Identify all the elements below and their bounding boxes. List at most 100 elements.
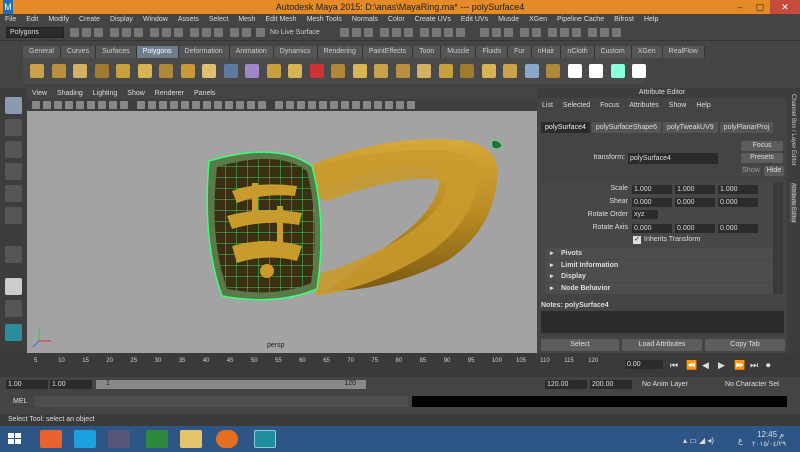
status-tool-icon[interactable] xyxy=(444,28,453,37)
shelf-tab-fur[interactable]: Fur xyxy=(508,46,532,58)
clock-time[interactable]: 12:45 م xyxy=(757,430,784,439)
status-tool-icon[interactable] xyxy=(202,28,211,37)
viewport-tool-icon[interactable] xyxy=(170,101,178,109)
ae-menu-show[interactable]: Show xyxy=(664,100,692,112)
viewport-tool-icon[interactable] xyxy=(275,101,283,109)
inherits-checkbox[interactable]: ✓ xyxy=(633,236,641,244)
shelf-tab-realflow[interactable]: RealFlow xyxy=(662,46,705,58)
status-tool-icon[interactable] xyxy=(504,28,513,37)
shelf-tab-toon[interactable]: Toon xyxy=(413,46,442,58)
media-app-icon[interactable] xyxy=(108,430,130,448)
viewport-tool-icon[interactable] xyxy=(297,101,305,109)
shelf-tool-icon[interactable] xyxy=(266,64,281,78)
status-tool-icon[interactable] xyxy=(134,28,143,37)
viewport-tool-icon[interactable] xyxy=(214,101,222,109)
menu-select[interactable]: Select xyxy=(204,14,233,25)
file-explorer-icon[interactable] xyxy=(180,430,202,448)
start-icon[interactable] xyxy=(4,430,26,448)
shelf-tab-fluids[interactable]: Fluids xyxy=(476,46,509,58)
viewport-tool-icon[interactable] xyxy=(385,101,393,109)
playback-control-icon[interactable]: ▶ xyxy=(718,360,725,371)
status-tool-icon[interactable] xyxy=(492,28,501,37)
character-set-select[interactable]: No Character Set xyxy=(725,381,779,388)
shelf-tool-icon[interactable] xyxy=(288,64,302,78)
status-tool-icon[interactable] xyxy=(392,28,401,37)
status-tool-icon[interactable] xyxy=(122,28,131,37)
menu-edit[interactable]: Edit xyxy=(21,14,43,25)
menu-display[interactable]: Display xyxy=(105,14,138,25)
viewport-tool-icon[interactable] xyxy=(286,101,294,109)
status-tool-icon[interactable] xyxy=(340,28,349,37)
viewport-tool-icon[interactable] xyxy=(137,101,145,109)
shelf-tab-custom[interactable]: Custom xyxy=(594,46,632,58)
show-button[interactable]: Show xyxy=(741,166,761,176)
rotate-axis-x-field[interactable]: 0.000 xyxy=(632,224,672,233)
maximize-icon[interactable]: ▢ xyxy=(750,0,770,14)
viewport-menu-shading[interactable]: Shading xyxy=(52,88,88,99)
viewport-tool-icon[interactable] xyxy=(203,101,211,109)
playback-control-icon[interactable]: ⏩ xyxy=(734,360,745,371)
status-tool-icon[interactable] xyxy=(94,28,103,37)
status-tool-icon[interactable] xyxy=(150,28,159,37)
viewport-tool-icon[interactable] xyxy=(319,101,327,109)
shelf-tool-icon[interactable] xyxy=(352,64,367,78)
viewport-tool-icon[interactable] xyxy=(43,101,51,109)
shelf-tool-icon[interactable] xyxy=(116,64,130,78)
menu-assets[interactable]: Assets xyxy=(173,14,204,25)
hide-button[interactable]: Hide xyxy=(764,166,784,176)
move-tool-icon[interactable] xyxy=(5,163,22,180)
store-icon[interactable] xyxy=(146,430,168,448)
section-limit-information[interactable]: Limit Information xyxy=(545,260,773,271)
status-tool-icon[interactable] xyxy=(256,28,265,37)
shelf-tool-icon[interactable] xyxy=(610,64,625,78)
viewport-tool-icon[interactable] xyxy=(308,101,316,109)
menu-help[interactable]: Help xyxy=(639,14,663,25)
status-tool-icon[interactable] xyxy=(520,28,529,37)
status-tool-icon[interactable] xyxy=(380,28,389,37)
menu-edit-mesh[interactable]: Edit Mesh xyxy=(260,14,301,25)
shelf-tool-icon[interactable] xyxy=(438,64,453,78)
shelf-tool-icon[interactable] xyxy=(180,64,195,78)
close-icon[interactable]: ✕ xyxy=(770,0,800,14)
ae-menu-attributes[interactable]: Attributes xyxy=(624,100,664,112)
maya-app-icon[interactable]: M xyxy=(3,0,13,14)
playback-control-icon[interactable]: ◀ xyxy=(702,360,709,371)
viewport[interactable] xyxy=(27,111,537,353)
viewport-tool-icon[interactable] xyxy=(363,101,371,109)
current-frame-field[interactable]: 0.00 xyxy=(625,360,663,369)
shelf-tool-icon[interactable] xyxy=(73,64,87,78)
status-tool-icon[interactable] xyxy=(432,28,441,37)
playback-control-icon[interactable]: ⏮ xyxy=(670,360,678,371)
shelf-tab-animation[interactable]: Animation xyxy=(229,46,274,58)
rotate-axis-y-field[interactable]: 0.000 xyxy=(675,224,715,233)
shelf-tab-curves[interactable]: Curves xyxy=(60,46,97,58)
shelf-tab-surfaces[interactable]: Surfaces xyxy=(96,46,137,58)
rotate-tool-icon[interactable] xyxy=(5,185,22,202)
time-slider[interactable] xyxy=(0,353,800,377)
status-tool-icon[interactable] xyxy=(532,28,541,37)
single-layout-icon[interactable] xyxy=(5,278,22,295)
status-tool-icon[interactable] xyxy=(612,28,621,37)
maya-taskbar-icon[interactable] xyxy=(254,430,276,448)
viewport-tool-icon[interactable] xyxy=(374,101,382,109)
viewport-tool-icon[interactable] xyxy=(98,101,106,109)
shelf-tool-icon[interactable] xyxy=(589,64,603,78)
shelf-tool-icon[interactable] xyxy=(245,64,259,78)
ae-menu-help[interactable]: Help xyxy=(691,100,715,112)
shelf-tab-xgen[interactable]: XGen xyxy=(631,46,663,58)
status-tool-icon[interactable] xyxy=(572,28,581,37)
viewport-tool-icon[interactable] xyxy=(407,101,415,109)
attribute-scrollbar[interactable] xyxy=(773,182,783,294)
status-tool-icon[interactable] xyxy=(214,28,223,37)
load-attributes-button[interactable]: Load Attributes xyxy=(622,339,702,351)
status-tool-icon[interactable] xyxy=(588,28,597,37)
copy-tab-button[interactable]: Copy Tab xyxy=(705,339,785,351)
status-tool-icon[interactable] xyxy=(560,28,569,37)
viewport-tool-icon[interactable] xyxy=(192,101,200,109)
menu-bifrost[interactable]: Bifrost xyxy=(609,14,639,25)
scale-tool-icon[interactable] xyxy=(5,207,22,224)
status-tool-icon[interactable] xyxy=(190,28,199,37)
notes-field[interactable] xyxy=(541,311,784,333)
ring-model[interactable] xyxy=(27,111,537,353)
menu-create[interactable]: Create xyxy=(74,14,105,25)
